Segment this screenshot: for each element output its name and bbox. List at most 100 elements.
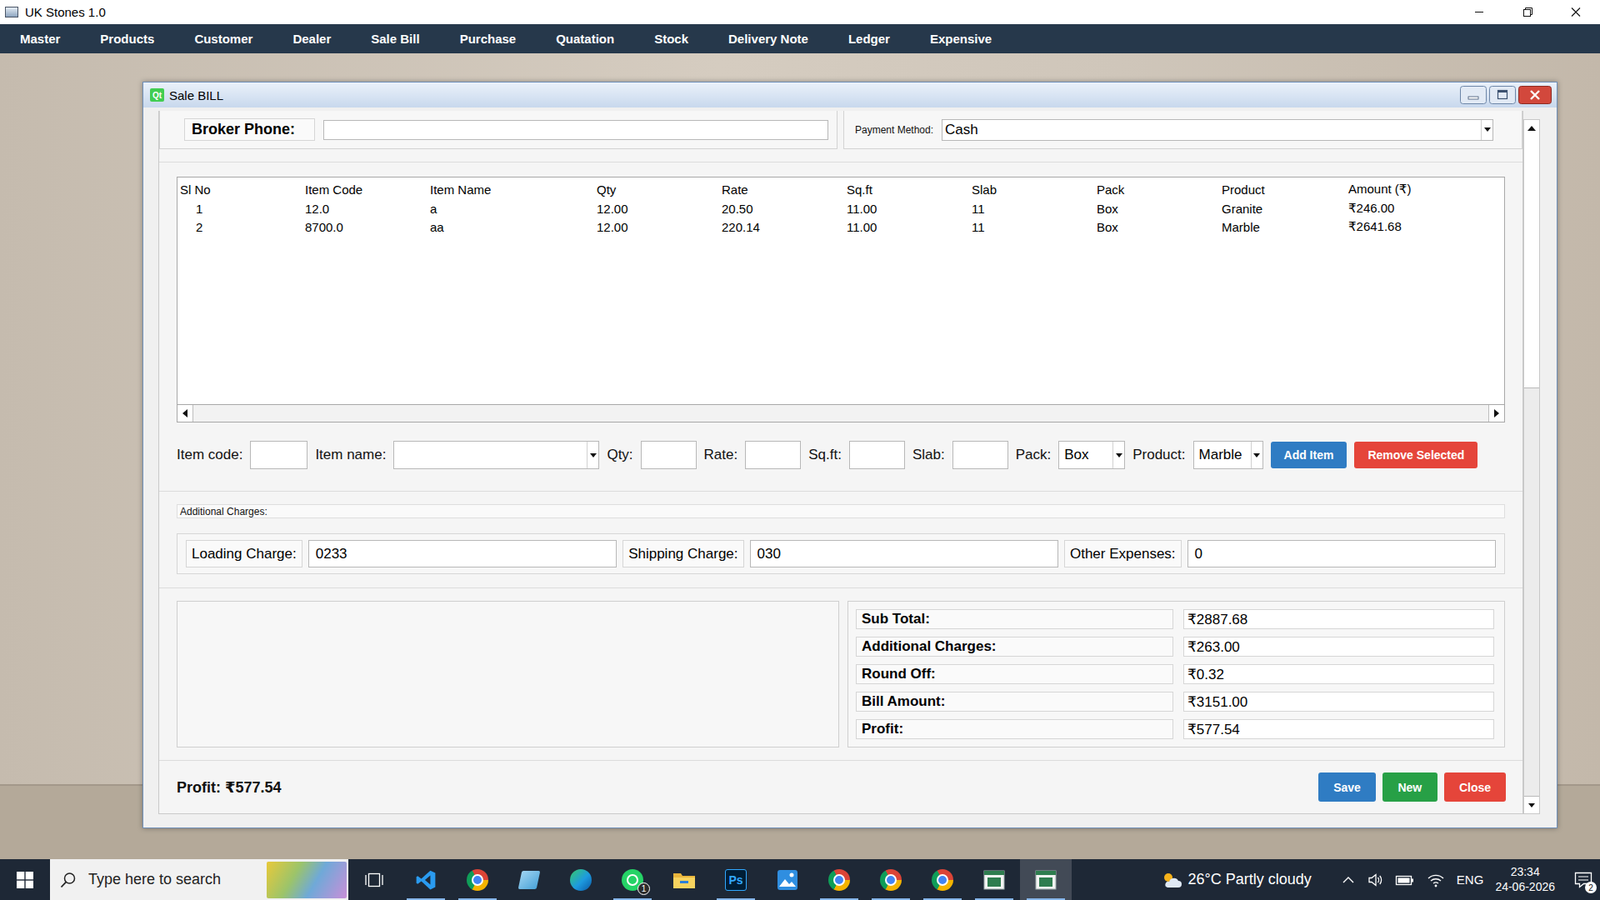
notification-button[interactable]: 2 <box>1566 859 1600 900</box>
taskbar-app[interactable] <box>968 859 1020 900</box>
column-header[interactable]: Item Name <box>427 182 595 197</box>
menu-item[interactable]: Quatation <box>535 31 635 46</box>
wifi-icon[interactable] <box>1426 871 1445 889</box>
window-title: Sale BILL <box>169 88 224 103</box>
start-button[interactable] <box>0 859 50 900</box>
folder-icon <box>672 870 696 890</box>
menu-item[interactable]: Stock <box>634 31 709 46</box>
taskbar-app[interactable] <box>813 859 865 900</box>
taskbar-app[interactable] <box>555 859 607 900</box>
menu-item[interactable]: Sale Bill <box>350 31 440 46</box>
close-icon[interactable] <box>1518 85 1552 105</box>
language-indicator[interactable]: ENG <box>1456 872 1485 887</box>
dropdown-icon[interactable] <box>1250 441 1263 469</box>
taskbar-app[interactable] <box>348 859 400 900</box>
column-header[interactable]: Slab <box>969 182 1095 197</box>
charge-input[interactable]: 030 <box>750 540 1059 568</box>
taskbar-app[interactable] <box>400 859 452 900</box>
vertical-scrollbar[interactable] <box>1523 119 1540 815</box>
taskbar-app[interactable] <box>916 859 969 900</box>
payment-combo[interactable]: Cash <box>941 119 1494 141</box>
text-input[interactable] <box>849 440 905 470</box>
total-value: ₹577.54 <box>1183 719 1495 740</box>
column-header[interactable]: Amount (₹) <box>1345 181 1505 197</box>
charge-input[interactable]: 0 <box>1187 540 1496 568</box>
chrome-center-icon <box>833 874 845 886</box>
chevron-up-icon[interactable] <box>1341 875 1355 885</box>
restore-icon[interactable] <box>1503 0 1552 25</box>
scroll-up-icon[interactable] <box>1524 120 1540 137</box>
search-box[interactable]: Type here to search <box>50 859 349 900</box>
menu-item[interactable]: Dealer <box>272 31 351 46</box>
column-header[interactable]: Sq.ft <box>844 182 970 197</box>
broker-phone-input[interactable] <box>323 120 829 140</box>
taskbar-app[interactable] <box>865 859 917 900</box>
scroll-thumb[interactable] <box>1524 387 1540 797</box>
field-label: Qty: <box>606 446 633 464</box>
field-label: Product: <box>1132 446 1185 464</box>
combo-box[interactable]: Box <box>1058 440 1125 470</box>
horizontal-scrollbar[interactable] <box>177 404 1505 422</box>
charge-input[interactable]: 0233 <box>308 540 617 568</box>
maximize-icon[interactable] <box>1489 85 1516 105</box>
entry-button[interactable]: Add Item <box>1270 441 1348 469</box>
text-input[interactable] <box>640 440 697 470</box>
total-label: Profit: <box>855 719 1174 740</box>
table-row[interactable]: 112.0a12.0020.5011.0011BoxGranite₹246.00 <box>177 199 1505 218</box>
menu-item[interactable]: Expensive <box>910 31 1012 46</box>
running-indicator <box>871 898 910 900</box>
column-header[interactable]: Product <box>1219 182 1346 197</box>
arrow-icon <box>1528 803 1535 808</box>
taskbar-app[interactable] <box>658 859 710 900</box>
qt-logo-icon: Qt <box>150 88 165 102</box>
taskbar-app[interactable] <box>761 859 814 900</box>
close-icon[interactable] <box>1551 0 1600 25</box>
menu-item[interactable]: Purchase <box>440 31 537 46</box>
weather-text[interactable]: 26°C Partly cloudy <box>1188 870 1312 889</box>
minimize-icon[interactable] <box>1460 85 1487 105</box>
totals-box: Sub Total:₹2887.68Additional Charges:₹26… <box>847 600 1505 748</box>
scroll-right-icon[interactable] <box>1489 405 1505 422</box>
menu-item[interactable]: Customer <box>174 31 273 46</box>
footer-button[interactable]: New <box>1382 772 1438 802</box>
taskbar-app[interactable]: 1 <box>606 859 659 900</box>
column-header[interactable]: Sl No <box>177 182 303 197</box>
menu-item[interactable]: Master <box>0 31 80 46</box>
clock[interactable]: 23:3424-06-2026 <box>1495 865 1555 895</box>
battery-icon[interactable] <box>1395 871 1415 889</box>
menu-item[interactable]: Ledger <box>828 31 910 46</box>
running-indicator <box>613 898 652 900</box>
scroll-down-icon[interactable] <box>1524 796 1540 814</box>
column-header[interactable]: Rate <box>719 182 845 197</box>
text-input[interactable] <box>250 440 308 470</box>
minimize-icon[interactable] <box>1455 0 1504 25</box>
dropdown-icon[interactable] <box>1480 120 1493 140</box>
clock-date: 24-06-2026 <box>1495 880 1555 895</box>
footer-button[interactable]: Close <box>1444 772 1506 802</box>
entry-button[interactable]: Remove Selected <box>1354 441 1478 469</box>
menu-item[interactable]: Delivery Note <box>708 31 829 46</box>
text-input[interactable] <box>745 440 801 470</box>
combo-box[interactable] <box>393 440 600 470</box>
charge-label: Loading Charge: <box>185 540 303 568</box>
scroll-thumb[interactable] <box>192 405 1490 422</box>
taskbar-app[interactable] <box>1020 859 1072 900</box>
table-row[interactable]: 28700.0aa12.00220.1411.0011BoxMarble₹264… <box>177 217 1505 236</box>
menu-item[interactable]: Products <box>80 31 175 46</box>
column-header[interactable]: Qty <box>594 182 720 197</box>
total-row: Bill Amount:₹3151.00 <box>855 691 1495 712</box>
scroll-left-icon[interactable] <box>177 405 193 422</box>
taskbar-app[interactable] <box>503 859 555 900</box>
text-input[interactable] <box>952 440 1009 470</box>
column-header[interactable]: Pack <box>1094 182 1220 197</box>
taskbar-app[interactable] <box>451 859 504 900</box>
chrome-icon <box>931 869 954 891</box>
speaker-icon[interactable] <box>1366 871 1384 889</box>
combo-box[interactable]: Marble <box>1193 440 1264 470</box>
column-header[interactable]: Item Code <box>302 182 428 197</box>
footer-button[interactable]: Save <box>1318 772 1376 802</box>
taskbar-app[interactable]: Ps <box>710 859 762 900</box>
taskbar: Type here to search 1 Ps 26°C Partly cloudy… <box>0 859 1600 900</box>
dropdown-icon[interactable] <box>1112 441 1125 469</box>
dropdown-icon[interactable] <box>586 441 599 469</box>
